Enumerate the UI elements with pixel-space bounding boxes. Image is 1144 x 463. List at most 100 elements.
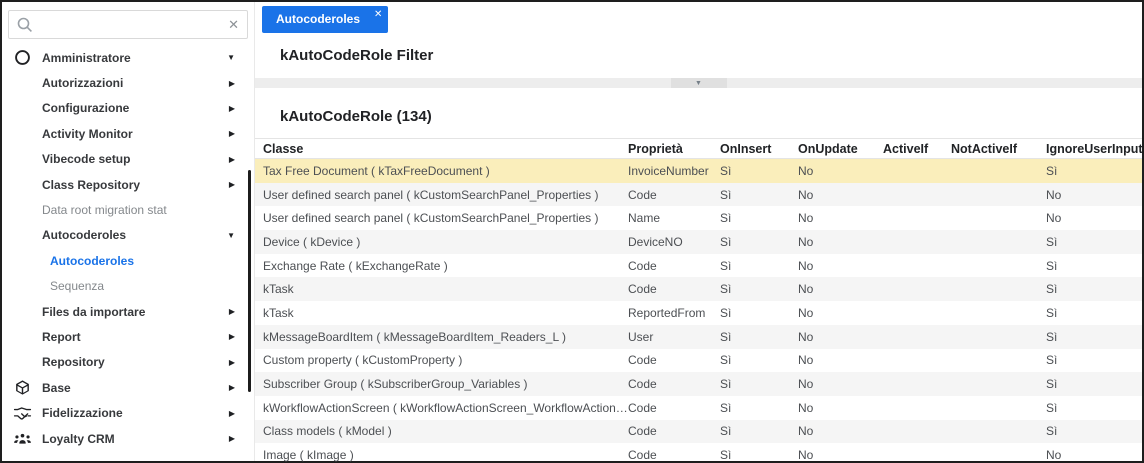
cell-proprieta: Code (628, 377, 720, 391)
sidebar-nav: Amministratore ▼ Autorizzazioni ▶ Config… (2, 45, 254, 451)
sidebar-item-fidelizzazione[interactable]: Fidelizzazione ▶ (2, 400, 254, 425)
cell-oninsert: Sì (720, 259, 798, 273)
clear-search-icon[interactable]: ✕ (228, 18, 239, 31)
handshake-icon (12, 404, 32, 422)
sidebar-item-label: Repository (42, 355, 105, 369)
main-panel: Autocoderoles ✕ kAutoCodeRole Filter ▼ k… (255, 2, 1142, 461)
search-input[interactable] (41, 18, 228, 32)
sidebar-scrollbar-thumb[interactable] (248, 170, 251, 392)
cell-oninsert: Sì (720, 235, 798, 249)
cell-ignoreuserinput: No (1046, 211, 1142, 225)
cell-ignoreuserinput: Sì (1046, 377, 1142, 391)
cell-oninsert: Sì (720, 424, 798, 438)
cell-classe: User defined search panel ( kCustomSearc… (255, 188, 628, 202)
cell-onupdate: No (798, 259, 883, 273)
sidebar-item-label: Class Repository (42, 178, 140, 192)
table-header-row: Classe Proprietà OnInsert OnUpdate Activ… (255, 138, 1142, 159)
cell-oninsert: Sì (720, 330, 798, 344)
sidebar-item-data-root-migration-stat[interactable]: Data root migration stat (2, 197, 254, 222)
cell-proprieta: Code (628, 282, 720, 296)
sidebar-item-files-da-importare[interactable]: Files da importare ▶ (2, 299, 254, 324)
table-row[interactable]: kTask ReportedFrom Sì No Sì (255, 301, 1142, 325)
sidebar-item-repository[interactable]: Repository ▶ (2, 350, 254, 375)
chevron-down-icon: ▼ (227, 53, 235, 62)
cell-classe: Tax Free Document ( kTaxFreeDocument ) (255, 164, 628, 178)
cell-proprieta: Code (628, 448, 720, 462)
cell-onupdate: No (798, 211, 883, 225)
chevron-right-icon: ▶ (229, 104, 235, 113)
sidebar-item-class-repository[interactable]: Class Repository ▶ (2, 172, 254, 197)
column-header-classe[interactable]: Classe (255, 142, 628, 156)
sidebar-item-report[interactable]: Report ▶ (2, 324, 254, 349)
cell-oninsert: Sì (720, 306, 798, 320)
cell-classe: User defined search panel ( kCustomSearc… (255, 211, 628, 225)
table-row[interactable]: kMessageBoardItem ( kMessageBoardItem_Re… (255, 325, 1142, 349)
column-header-oninsert[interactable]: OnInsert (720, 142, 798, 156)
column-header-proprieta[interactable]: Proprietà (628, 142, 720, 156)
sidebar-item-loyalty-crm[interactable]: Loyalty CRM ▶ (2, 426, 254, 451)
cell-proprieta: ReportedFrom (628, 306, 720, 320)
chevron-right-icon: ▶ (229, 155, 235, 164)
table-row[interactable]: kWorkflowActionScreen ( kWorkflowActionS… (255, 396, 1142, 420)
chevron-right-icon: ▶ (229, 180, 235, 189)
cell-onupdate: No (798, 401, 883, 415)
cell-oninsert: Sì (720, 211, 798, 225)
table-row[interactable]: Image ( kImage ) Code Sì No No (255, 443, 1142, 463)
cell-classe: Device ( kDevice ) (255, 235, 628, 249)
table-row[interactable]: Subscriber Group ( kSubscriberGroup_Vari… (255, 372, 1142, 396)
sidebar-item-label: Vibecode setup (42, 152, 130, 166)
sidebar-item-activity-monitor[interactable]: Activity Monitor ▶ (2, 121, 254, 146)
cell-oninsert: Sì (720, 282, 798, 296)
chevron-right-icon: ▶ (229, 358, 235, 367)
sidebar-search: ✕ (8, 10, 248, 39)
table-row[interactable]: User defined search panel ( kCustomSearc… (255, 183, 1142, 207)
collapse-toggle-button[interactable]: ▼ (671, 78, 727, 88)
column-header-onupdate[interactable]: OnUpdate (798, 142, 883, 156)
table-row[interactable]: Class models ( kModel ) Code Sì No Sì (255, 420, 1142, 444)
table-row[interactable]: Device ( kDevice ) DeviceNO Sì No Sì (255, 230, 1142, 254)
column-header-activeif[interactable]: ActiveIf (883, 142, 951, 156)
sidebar-item-amministratore[interactable]: Amministratore ▼ (2, 45, 254, 70)
people-icon (12, 430, 32, 448)
cell-oninsert: Sì (720, 164, 798, 178)
cell-classe: kTask (255, 282, 628, 296)
admin-circle-icon (12, 49, 32, 67)
sidebar-item-label: Files da importare (42, 305, 145, 319)
tab-autocoderoles[interactable]: Autocoderoles ✕ (262, 6, 388, 33)
sidebar-item-sequenza[interactable]: Sequenza (2, 274, 254, 299)
sidebar-item-autocoderoles[interactable]: Autocoderoles (2, 248, 254, 273)
sidebar-item-autorizzazioni[interactable]: Autorizzazioni ▶ (2, 70, 254, 95)
cell-onupdate: No (798, 282, 883, 296)
tab-bar: Autocoderoles ✕ (255, 2, 1142, 34)
cell-classe: Subscriber Group ( kSubscriberGroup_Vari… (255, 377, 628, 391)
sidebar-item-label: Autocoderoles (42, 228, 126, 242)
sidebar-item-label: Configurazione (42, 101, 129, 115)
sidebar-item-label: Autorizzazioni (42, 76, 123, 90)
sidebar-item-label: Amministratore (42, 51, 131, 65)
sidebar-item-configurazione[interactable]: Configurazione ▶ (2, 96, 254, 121)
cell-proprieta: Name (628, 211, 720, 225)
chevron-right-icon: ▶ (229, 129, 235, 138)
cell-ignoreuserinput: No (1046, 448, 1142, 462)
cell-classe: kTask (255, 306, 628, 320)
cell-proprieta: User (628, 330, 720, 344)
table-row[interactable]: Exchange Rate ( kExchangeRate ) Code Sì … (255, 254, 1142, 278)
autocoderole-table: Classe Proprietà OnInsert OnUpdate Activ… (255, 138, 1142, 463)
cell-proprieta: InvoiceNumber (628, 164, 720, 178)
column-header-ignoreuserinput[interactable]: IgnoreUserInput (1046, 142, 1142, 156)
chevron-right-icon: ▶ (229, 383, 235, 392)
cell-oninsert: Sì (720, 188, 798, 202)
close-icon[interactable]: ✕ (374, 9, 382, 20)
table-row[interactable]: User defined search panel ( kCustomSearc… (255, 206, 1142, 230)
cell-proprieta: Code (628, 401, 720, 415)
sidebar-item-base[interactable]: Base ▶ (2, 375, 254, 400)
column-header-notactiveif[interactable]: NotActiveIf (951, 142, 1046, 156)
sidebar-item-autocoderoles-group[interactable]: Autocoderoles ▼ (2, 223, 254, 248)
chevron-right-icon: ▶ (229, 409, 235, 418)
table-row[interactable]: kTask Code Sì No Sì (255, 277, 1142, 301)
app-window: ✕ Amministratore ▼ Autorizzazioni ▶ Conf… (0, 0, 1144, 463)
table-row[interactable]: Custom property ( kCustomProperty ) Code… (255, 349, 1142, 373)
table-row[interactable]: Tax Free Document ( kTaxFreeDocument ) I… (255, 159, 1142, 183)
sidebar-item-label: Activity Monitor (42, 127, 133, 141)
sidebar-item-vibecode-setup[interactable]: Vibecode setup ▶ (2, 147, 254, 172)
